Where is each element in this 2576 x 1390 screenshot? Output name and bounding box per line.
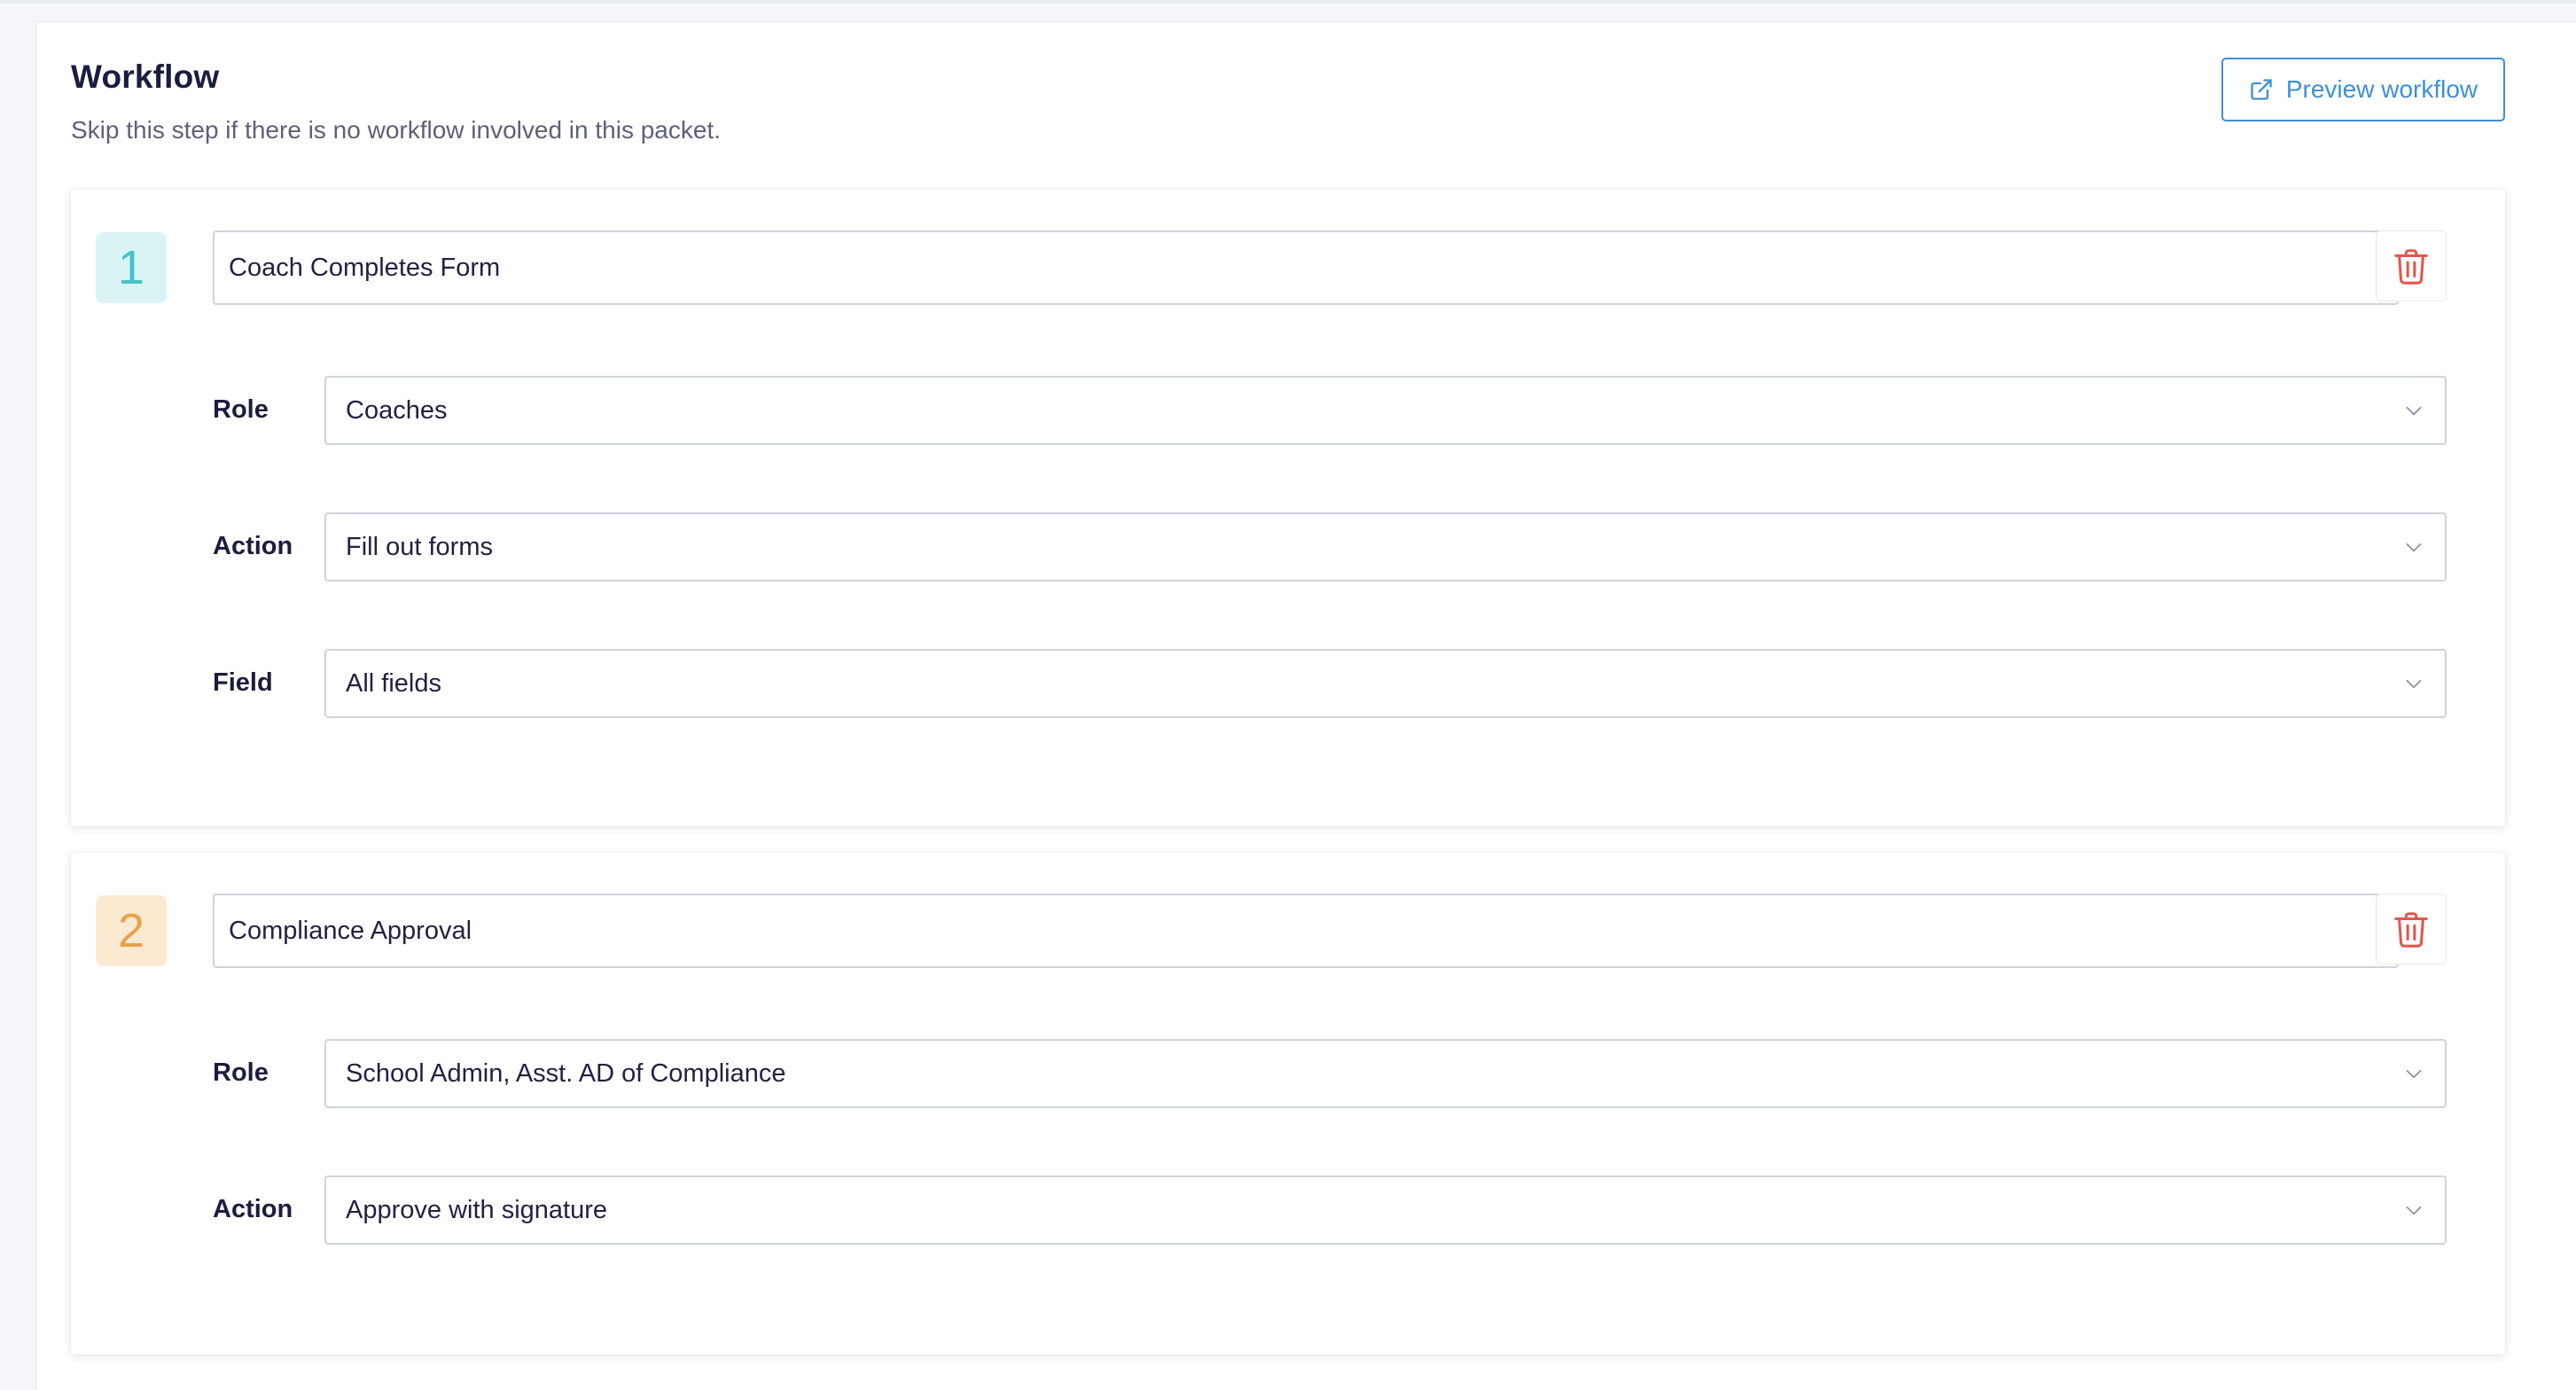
action-select-value: Fill out forms xyxy=(346,532,493,561)
field-label: Field xyxy=(213,668,273,697)
action-select[interactable]: Fill out forms xyxy=(324,512,2447,582)
step-name-input[interactable] xyxy=(213,230,2399,305)
top-divider xyxy=(0,0,2576,4)
workflow-step-card: 1 Role Coaches Action Fill out forms Fie… xyxy=(71,190,2505,826)
trash-icon xyxy=(2394,249,2428,285)
role-label: Role xyxy=(213,1058,269,1087)
preview-workflow-label: Preview workflow xyxy=(2285,75,2478,103)
step-name-input[interactable] xyxy=(213,894,2399,968)
role-select-value: School Admin, Asst. AD of Compliance xyxy=(346,1058,786,1088)
field-select-value: All fields xyxy=(346,668,441,698)
action-select[interactable]: Approve with signature xyxy=(324,1175,2447,1245)
page-title: Workflow xyxy=(71,59,220,95)
delete-step-button[interactable] xyxy=(2376,894,2447,964)
chevron-down-icon xyxy=(2406,543,2422,552)
action-label: Action xyxy=(213,532,293,560)
chevron-down-icon xyxy=(2406,1206,2422,1215)
field-select[interactable]: All fields xyxy=(324,649,2447,718)
step-number-badge: 1 xyxy=(96,232,167,303)
action-label: Action xyxy=(213,1195,293,1223)
action-select-value: Approve with signature xyxy=(346,1195,607,1224)
page-subtitle: Skip this step if there is no workflow i… xyxy=(71,116,722,144)
role-select[interactable]: Coaches xyxy=(324,376,2447,445)
external-link-icon xyxy=(2251,79,2272,100)
step-number-badge: 2 xyxy=(96,895,167,966)
workflow-step-card: 2 Role School Admin, Asst. AD of Complia… xyxy=(71,853,2505,1355)
chevron-down-icon xyxy=(2406,679,2422,689)
chevron-down-icon xyxy=(2406,1069,2422,1079)
chevron-down-icon xyxy=(2406,406,2422,416)
delete-step-button[interactable] xyxy=(2376,230,2447,301)
role-select-value: Coaches xyxy=(346,395,448,425)
role-label: Role xyxy=(213,395,269,424)
preview-workflow-button[interactable]: Preview workflow xyxy=(2221,58,2505,121)
trash-icon xyxy=(2394,912,2428,948)
role-select[interactable]: School Admin, Asst. AD of Compliance xyxy=(324,1039,2447,1108)
